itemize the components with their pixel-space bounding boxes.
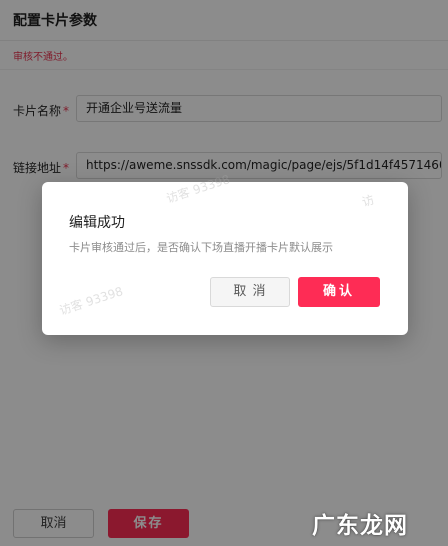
dialog-confirm-button[interactable]: 确认 [298, 277, 380, 307]
brand-watermark: 广东龙网 [312, 513, 408, 539]
dialog-title: 编辑成功 [69, 215, 125, 231]
dialog-message: 卡片审核通过后，是否确认下场直播开播卡片默认展示 [69, 241, 333, 254]
edit-success-dialog: 编辑成功 卡片审核通过后，是否确认下场直播开播卡片默认展示 取 消 确认 [42, 182, 408, 335]
dialog-cancel-button[interactable]: 取 消 [210, 277, 290, 307]
card-config-page: 配置卡片参数 审核不通过。 卡片名称 * 开通企业号送流量 链接地址 * https… [0, 0, 448, 546]
